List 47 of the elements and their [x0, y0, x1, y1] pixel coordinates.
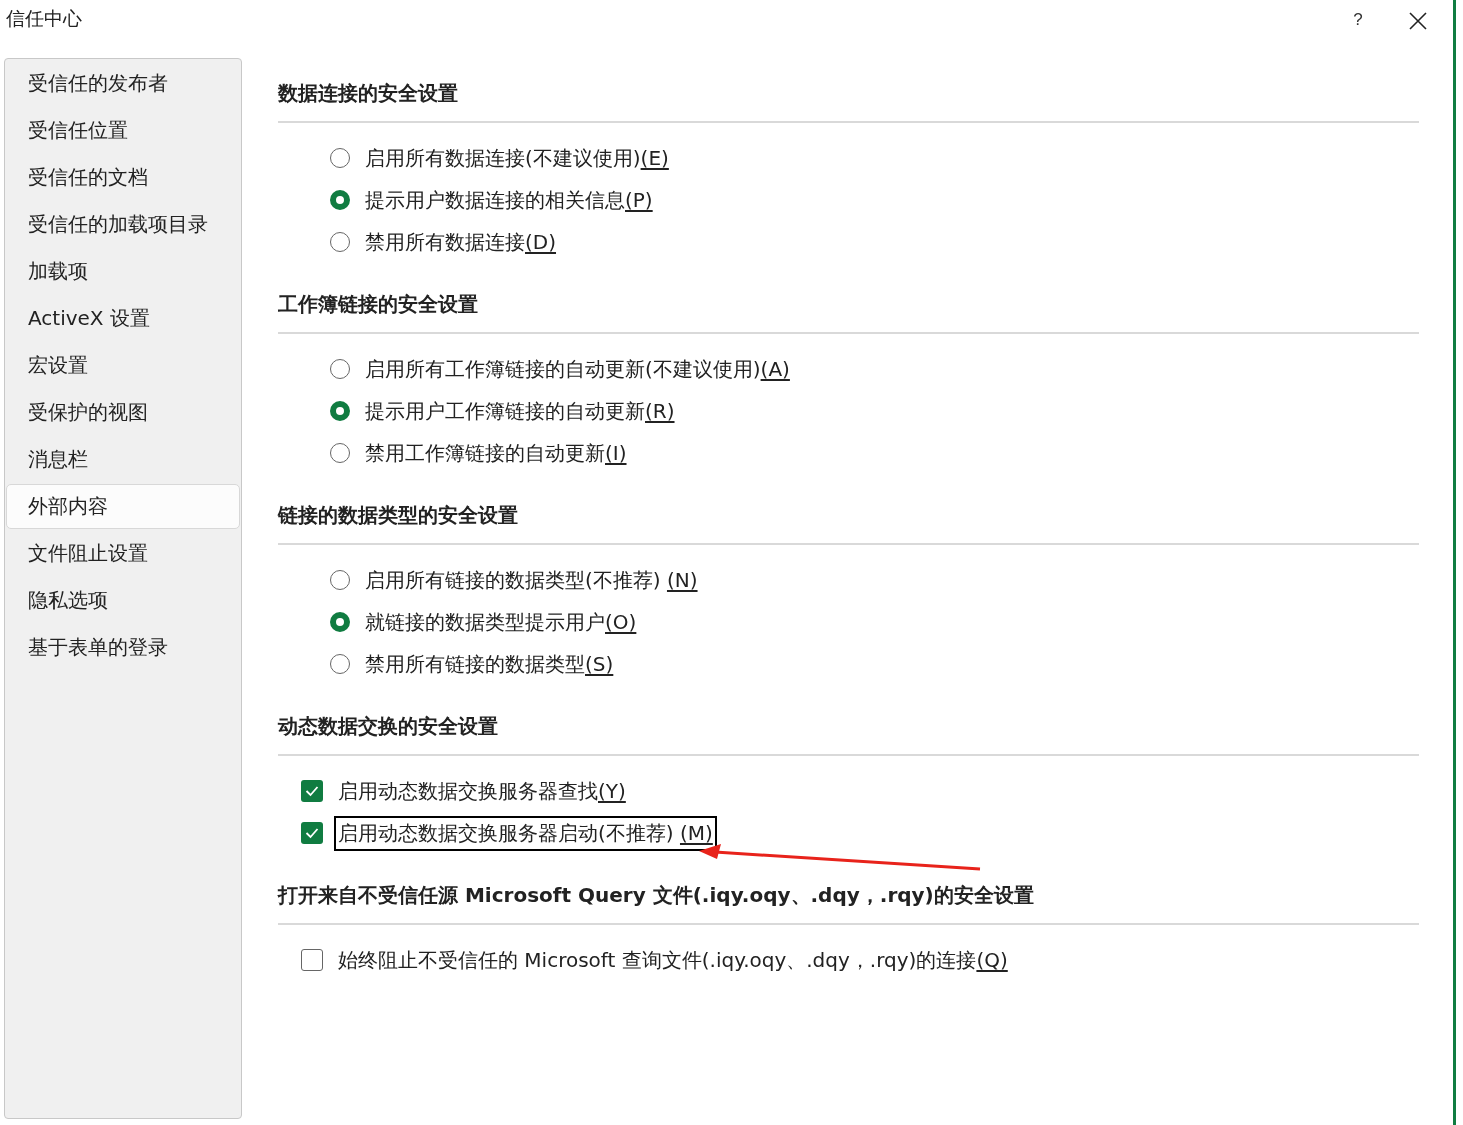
radio-button[interactable]	[330, 232, 350, 252]
radio-button[interactable]	[330, 148, 350, 168]
sidebar-item[interactable]: 受保护的视图	[6, 390, 240, 435]
sidebar-item[interactable]: 加载项	[6, 249, 240, 294]
sidebar-item[interactable]: 消息栏	[6, 437, 240, 482]
sidebar-item[interactable]: 受信任的文档	[6, 155, 240, 200]
radio-button[interactable]	[330, 612, 350, 632]
checkbox[interactable]	[301, 780, 323, 802]
option-label[interactable]: 禁用所有链接的数据类型(S)	[361, 646, 618, 682]
option-label[interactable]: 启用动态数据交换服务器查找(Y)	[334, 773, 630, 809]
sidebar-item[interactable]: 外部内容	[6, 484, 240, 529]
section-heading: 数据连接的安全设置	[278, 80, 1419, 123]
option-label[interactable]: 启用所有数据连接(不建议使用)(E)	[361, 140, 673, 176]
window-title: 信任中心	[6, 6, 83, 31]
option-label[interactable]: 禁用所有数据连接(D)	[361, 224, 560, 260]
option-label[interactable]: 启用动态数据交换服务器启动(不推荐) (M)	[334, 815, 717, 851]
sidebar-item[interactable]: 受信任的发布者	[6, 61, 240, 106]
option-label[interactable]: 提示用户工作簿链接的自动更新(R)	[361, 393, 679, 429]
radio-button[interactable]	[330, 443, 350, 463]
checkbox[interactable]	[301, 822, 323, 844]
option-label[interactable]: 启用所有链接的数据类型(不推荐) (N)	[361, 562, 702, 598]
radio-button[interactable]	[330, 359, 350, 379]
sidebar-item[interactable]: 隐私选项	[6, 578, 240, 623]
option-label[interactable]: 就链接的数据类型提示用户(O)	[361, 604, 641, 640]
help-button[interactable]: ?	[1338, 10, 1378, 30]
option-label[interactable]: 启用所有工作簿链接的自动更新(不建议使用)(A)	[361, 351, 794, 387]
sidebar-item[interactable]: 受信任的加载项目录	[6, 202, 240, 247]
radio-button[interactable]	[330, 570, 350, 590]
section-heading: 链接的数据类型的安全设置	[278, 502, 1419, 545]
option-label[interactable]: 提示用户数据连接的相关信息(P)	[361, 182, 657, 218]
section-heading: 打开来自不受信任源 Microsoft Query 文件(.iqy.oqy、.dqy，.rqy)的安全设置	[278, 882, 1419, 925]
checkbox[interactable]	[301, 949, 323, 971]
close-icon	[1409, 12, 1427, 30]
sidebar-item[interactable]: 基于表单的登录	[6, 625, 240, 670]
section-heading: 动态数据交换的安全设置	[278, 713, 1419, 756]
sidebar-item[interactable]: 宏设置	[6, 343, 240, 388]
section-heading: 工作簿链接的安全设置	[278, 291, 1419, 334]
check-icon	[305, 827, 319, 839]
sidebar-item[interactable]: 文件阻止设置	[6, 531, 240, 576]
sidebar-item[interactable]: ActiveX 设置	[6, 296, 240, 341]
check-icon	[305, 785, 319, 797]
radio-button[interactable]	[330, 654, 350, 674]
radio-button[interactable]	[330, 190, 350, 210]
radio-button[interactable]	[330, 401, 350, 421]
sidebar-item[interactable]: 受信任位置	[6, 108, 240, 153]
option-label[interactable]: 禁用工作簿链接的自动更新(I)	[361, 435, 631, 471]
option-label[interactable]: 始终阻止不受信任的 Microsoft 查询文件(.iqy.oqy、.dqy，.rqy)的连接(Q)	[334, 942, 1012, 978]
